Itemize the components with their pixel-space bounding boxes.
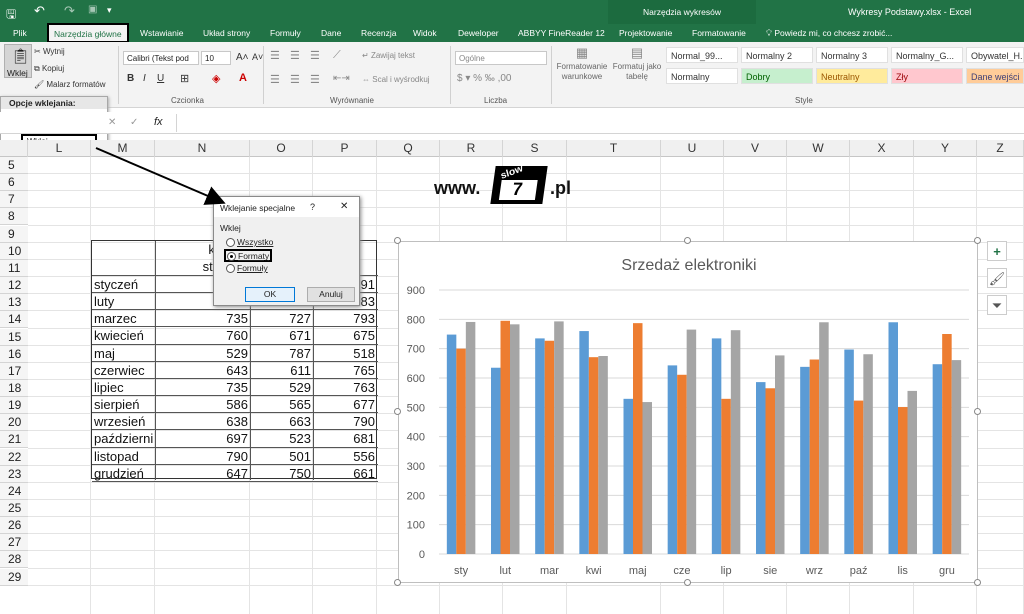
arrow-line [95,147,226,205]
annotation-arrow [95,147,226,205]
